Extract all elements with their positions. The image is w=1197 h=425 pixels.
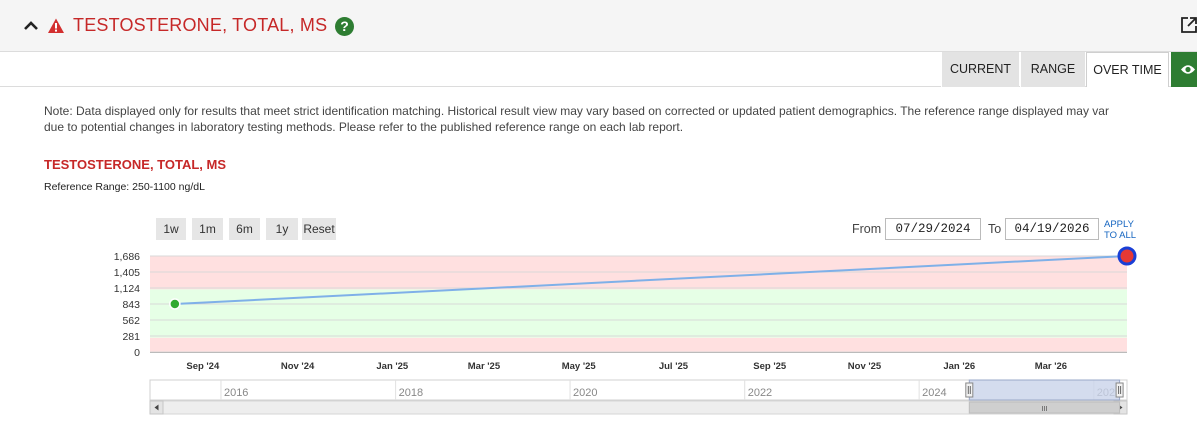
trend-chart: 1,686 1,405 1,124 843 562 281 0 Sep '24 Nov '24 J… [114,246,1137,415]
y-tick-label: 0 [134,347,140,359]
note-line-1: Note: Data displayed only for results th… [44,104,1109,118]
x-tick-label: Jan '26 [943,361,975,372]
view-tabs: CURRENT RANGE OVER TIME [0,52,1197,87]
navigator-year-label: 2016 [224,387,248,399]
help-icon[interactable]: ? [335,17,354,36]
tab-current[interactable]: CURRENT [941,52,1019,87]
high-abnormal-band [150,256,1127,290]
y-tick-label: 843 [122,299,140,311]
y-tick-label: 281 [122,331,140,343]
navigator-year-label: 2024 [922,387,946,399]
range-reset-button[interactable]: Reset [302,218,336,240]
normal-data-point [169,298,181,310]
x-tick-label: Nov '24 [281,361,315,372]
navigator-handle [965,382,974,398]
normal-range-band [150,289,1127,338]
range-button-1m[interactable]: 1m [192,218,223,240]
section-title: TESTOSTERONE, TOTAL, MS [44,157,227,172]
y-tick-label: 1,124 [114,283,140,295]
range-button-1w[interactable]: 1w [156,218,186,240]
navigator-year-label: 2020 [573,387,597,399]
test-title: TESTOSTERONE, TOTAL, MS [73,15,328,35]
apply-label-line-1: APPLY [1104,219,1134,230]
range-button-1y[interactable]: 1y [266,218,298,240]
apply-to-all-button[interactable]: APPLY TO ALL [1104,219,1136,241]
navigator-year-label: 2018 [399,387,423,399]
alert-triangle-icon [48,18,64,33]
scrollbar-grip: III [1041,404,1047,413]
reference-range: Reference Range: 250-1100 ng/dL [44,181,205,193]
navigator-year-label: 2022 [748,387,772,399]
x-tick-label: Sep '24 [186,361,220,372]
range-button-6m[interactable]: 6m [229,218,260,240]
x-tick-label: Jan '25 [376,361,409,372]
time-navigator[interactable]: 20162018202020222024202III [149,379,1128,415]
abnormal-data-point [1117,246,1137,266]
y-tick-label: 1,686 [114,251,140,263]
x-tick-label: May '25 [562,361,597,372]
chevron-up-icon[interactable] [22,17,40,35]
from-date-input[interactable] [885,218,981,240]
eye-icon [1181,65,1195,74]
x-tick-label: Mar '25 [468,361,501,372]
result-header: TESTOSTERONE, TOTAL, MS ? [0,0,1197,52]
note-line-2: due to potential changes in laboratory t… [44,120,684,134]
tab-range[interactable]: RANGE [1020,52,1085,87]
y-tick-label: 1,405 [114,267,140,279]
y-tick-label: 562 [122,315,140,327]
x-tick-label: Jul '25 [659,361,689,372]
to-date-input[interactable] [1005,218,1099,240]
to-label: To [988,222,1002,236]
eye-toggle-button[interactable] [1171,52,1197,87]
plot-area [150,246,1137,353]
from-label: From [852,222,882,236]
navigator-selection [968,379,1121,401]
x-tick-label: Mar '26 [1035,361,1067,372]
x-tick-label: Nov '25 [848,361,882,372]
x-tick-label: Sep '25 [753,361,787,372]
low-abnormal-band [150,337,1127,352]
data-note: Note: Data displayed only for results th… [44,103,1197,135]
navigator-handle [1115,382,1124,398]
tab-over-time[interactable]: OVER TIME [1086,52,1169,87]
popout-icon[interactable] [1180,16,1197,34]
